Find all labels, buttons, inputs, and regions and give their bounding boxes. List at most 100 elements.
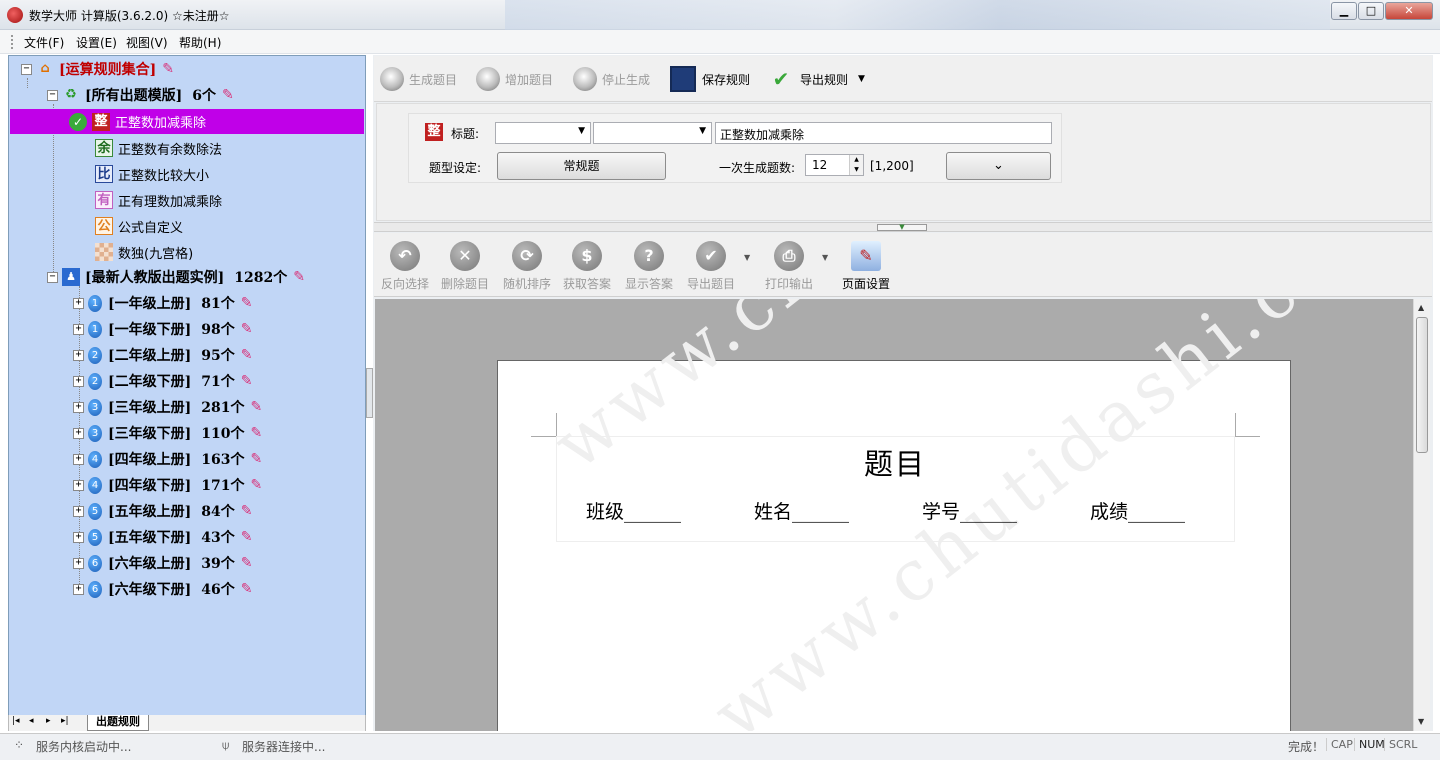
scroll-down-icon[interactable]: ▼ [1418,717,1424,726]
title-combo-2[interactable]: ▼ [593,122,712,144]
grade-node[interactable]: +2 [二年级下册] 71个 ✎ [73,368,252,394]
get-answer-button[interactable]: $ 获取答案 [562,241,612,292]
grade-count: 95个 [201,348,235,364]
grade-number-icon: 4 [88,476,102,494]
pin-icon: ✎ [222,87,234,103]
tab-rules[interactable]: 出题规则 [87,715,149,731]
menu-file[interactable]: 文件(F) [24,34,64,51]
menu-help[interactable]: 帮助(H) [179,34,221,51]
template-item[interactable]: 比 正整数比较大小 [95,161,209,187]
count-value: 12 [812,158,828,172]
grade-node[interactable]: +4 [四年级上册] 163个 ✎ [73,446,262,472]
pin-icon: ✎ [240,347,253,363]
status-left: 服务内核启动中... [36,740,132,754]
maximize-button[interactable]: □ [1358,2,1384,20]
collapse-toggle[interactable]: − [47,271,58,283]
print-button[interactable]: ⎙ 打印输出 [764,241,814,292]
grade-label: [一年级上册] [108,296,192,312]
dropdown-arrow-icon: ▼ [699,126,706,136]
add-label: 增加题目 [505,72,554,87]
tree-templates-node[interactable]: − ♻ [所有出题模版] 6个 ✎ [47,82,234,108]
pin-icon: ✎ [250,477,263,493]
expand-toggle[interactable]: + [73,297,84,309]
delete-question-button[interactable]: ✕ 删除题目 [440,241,490,292]
splitter-grip-icon[interactable]: ▼ [877,224,927,231]
export-question-button[interactable]: ✔ 导出题目 [686,241,736,292]
antenna-icon: ⍦ [222,738,230,752]
generate-button[interactable]: 生成题目 [380,66,457,92]
add-question-button[interactable]: 增加题目 [476,66,553,92]
expand-toggle[interactable]: + [73,453,84,465]
dropdown-arrow-icon[interactable]: ▼ [744,253,750,262]
expand-toggle[interactable]: + [73,323,84,335]
template-item[interactable]: 公 公式自定义 [95,213,183,239]
grade-node[interactable]: +3 [三年级下册] 110个 ✎ [73,420,262,446]
score-field: 成绩______ [1090,501,1186,523]
minimize-button[interactable]: ▁ [1331,2,1357,20]
last-tab-button[interactable]: ▸| [61,716,69,726]
count-spinner[interactable]: 12 ▲ ▼ [805,154,864,176]
spinner-arrows-icon[interactable]: ▲ ▼ [849,155,863,175]
collapse-toggle[interactable]: − [47,89,58,101]
stop-button[interactable]: 停止生成 [573,66,650,92]
expand-toggle[interactable]: + [73,349,84,361]
grade-node[interactable]: +3 [三年级上册] 281个 ✎ [73,394,262,420]
grade-node[interactable]: +5 [五年级下册] 43个 ✎ [73,524,252,550]
formula-icon: 公 [95,217,113,235]
save-rule-button[interactable]: 保存规则 [670,66,750,92]
expand-toggle[interactable]: + [73,427,84,439]
export-label: 导出规则 [800,72,849,87]
grade-node[interactable]: +1 [一年级下册] 98个 ✎ [73,316,252,342]
type-button[interactable]: 常规题 [497,152,666,180]
shuffle-button[interactable]: ⟳ 随机排序 [502,241,552,292]
export-rule-button[interactable]: ✔ 导出规则 ▼ [768,66,865,92]
scroll-thumb[interactable] [1416,317,1428,453]
grade-count: 39个 [201,556,235,572]
grade-number-icon: 1 [88,320,102,338]
generation-toolbar: 生成题目 增加题目 停止生成 保存规则 ✔ 导出规则 ▼ [374,56,1432,102]
scroll-up-icon[interactable]: ▲ [1418,303,1424,312]
grade-node[interactable]: +1 [一年级上册] 81个 ✎ [73,290,252,316]
grade-node[interactable]: +5 [五年级上册] 84个 ✎ [73,498,252,524]
template-item-selected[interactable]: ✓ 整 正整数加减乘除 [10,109,364,134]
document-heading: 题目 [863,447,926,481]
tree-examples-node[interactable]: − ♟ [最新人教版出题实例] 1282个 ✎ [47,264,305,290]
expand-toggle[interactable]: + [73,583,84,595]
expand-toggle[interactable]: + [73,557,84,569]
dropdown-arrow-icon[interactable]: ▼ [858,74,865,84]
grade-node[interactable]: +6 [六年级下册] 46个 ✎ [73,576,252,602]
template-item[interactable]: 余 正整数有余数除法 [95,135,222,161]
expand-toggle[interactable]: + [73,401,84,413]
horizontal-splitter[interactable]: ▼ [374,222,1432,232]
grade-number-icon: 3 [88,398,102,416]
prev-tab-button[interactable]: ◂ [29,716,34,726]
grade-node[interactable]: +4 [四年级下册] 171个 ✎ [73,472,262,498]
pin-icon: ✎ [250,425,263,441]
template-item[interactable]: 有 正有理数加减乘除 [95,187,222,213]
grade-label: [一年级下册] [108,322,192,338]
close-button[interactable]: ✕ [1385,2,1433,20]
panel-splitter[interactable] [366,368,373,418]
tree-root[interactable]: − ⌂ [运算规则集合] ✎ [21,56,174,82]
expand-button[interactable]: ⌄ [946,152,1051,180]
show-answer-button[interactable]: ? 显示答案 [624,241,674,292]
page-setup-button[interactable]: ✎ 页面设置 [840,241,892,292]
menu-view[interactable]: 视图(V) [126,34,168,51]
background-window-glimpse [505,0,1330,30]
template-item[interactable]: 数独(九宫格) [95,239,193,265]
grade-node[interactable]: +2 [二年级上册] 95个 ✎ [73,342,252,368]
title-combo-1[interactable]: ▼ [495,122,591,144]
first-tab-button[interactable]: |◂ [12,716,20,726]
collapse-toggle[interactable]: − [21,63,32,75]
title-input[interactable]: 正整数加减乘除 [715,122,1052,144]
grade-node[interactable]: +6 [六年级上册] 39个 ✎ [73,550,252,576]
reverse-select-button[interactable]: ↶ 反向选择 [380,241,430,292]
vertical-scrollbar[interactable]: ▲ ▼ [1413,299,1430,731]
menu-settings[interactable]: 设置(E) [76,34,117,51]
dropdown-arrow-icon[interactable]: ▼ [822,253,828,262]
expand-toggle[interactable]: + [73,375,84,387]
next-tab-button[interactable]: ▸ [46,716,51,726]
expand-toggle[interactable]: + [73,505,84,517]
expand-toggle[interactable]: + [73,479,84,491]
expand-toggle[interactable]: + [73,531,84,543]
